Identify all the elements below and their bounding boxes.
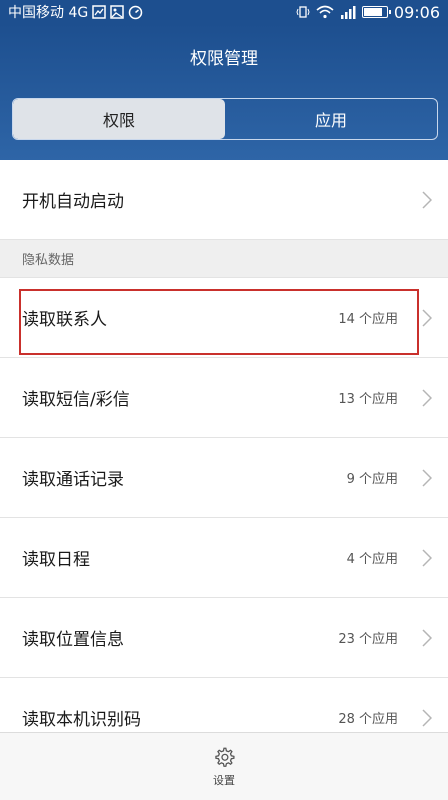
list-item-calendar[interactable]: 读取日程 4 个应用 (0, 518, 448, 598)
clock: 09:06 (393, 2, 440, 22)
list-item-sms[interactable]: 读取短信/彩信 13 个应用 (0, 358, 448, 438)
image-icon (110, 5, 124, 19)
settings-label[interactable]: 设置 (213, 772, 235, 788)
app-count: 13 个应用 (338, 392, 398, 407)
list-item-label: 读取日程 (22, 550, 90, 570)
list-item-label: 读取本机识别码 (22, 710, 141, 730)
app-count: 14 个应用 (338, 312, 398, 327)
chevron-right-icon (422, 628, 432, 647)
chevron-right-icon (422, 190, 432, 209)
permission-list: 开机自动启动 隐私数据 读取联系人 14 个应用 读取短信/彩信 13 个应用 … (0, 160, 448, 732)
speedometer-icon (128, 5, 143, 20)
list-item-label: 读取联系人 (22, 310, 107, 330)
app-count: 28 个应用 (338, 712, 398, 727)
tab-permissions[interactable]: 权限 (13, 99, 225, 139)
list-item-device-id[interactable]: 读取本机识别码 28 个应用 (0, 678, 448, 732)
list-item-autostart[interactable]: 开机自动启动 (0, 160, 448, 240)
battery-icon (361, 6, 391, 18)
wifi-icon (316, 5, 334, 19)
list-item-location[interactable]: 读取位置信息 23 个应用 (0, 598, 448, 678)
chevron-right-icon (422, 708, 432, 727)
chevron-right-icon (422, 388, 432, 407)
list-item-label: 开机自动启动 (22, 192, 124, 212)
chevron-right-icon (422, 308, 432, 327)
page-title: 权限管理 (190, 49, 258, 69)
chevron-right-icon (422, 548, 432, 567)
section-header-privacy: 隐私数据 (0, 240, 448, 278)
gear-icon[interactable] (213, 746, 235, 768)
gallery-icon (92, 5, 106, 19)
tab-apps[interactable]: 应用 (225, 99, 437, 139)
bottom-bar: 设置 (0, 732, 448, 800)
signal-icon (340, 5, 356, 19)
list-item-label: 读取通话记录 (22, 470, 124, 490)
segmented-control: 权限 应用 (12, 98, 438, 140)
app-count: 9 个应用 (346, 472, 398, 487)
list-item-call-log[interactable]: 读取通话记录 9 个应用 (0, 438, 448, 518)
carrier-label: 中国移动 4G (8, 5, 89, 21)
app-count: 23 个应用 (338, 632, 398, 647)
app-count: 4 个应用 (346, 552, 398, 567)
chevron-right-icon (422, 468, 432, 487)
header: 权限管理 权限 应用 (0, 24, 448, 160)
list-item-label: 读取位置信息 (22, 630, 124, 650)
list-item-label: 读取短信/彩信 (22, 390, 130, 410)
vibrate-icon (296, 5, 310, 19)
list-item-contacts[interactable]: 读取联系人 14 个应用 (0, 278, 448, 358)
status-bar: 中国移动 4G 09:06 (0, 0, 448, 24)
